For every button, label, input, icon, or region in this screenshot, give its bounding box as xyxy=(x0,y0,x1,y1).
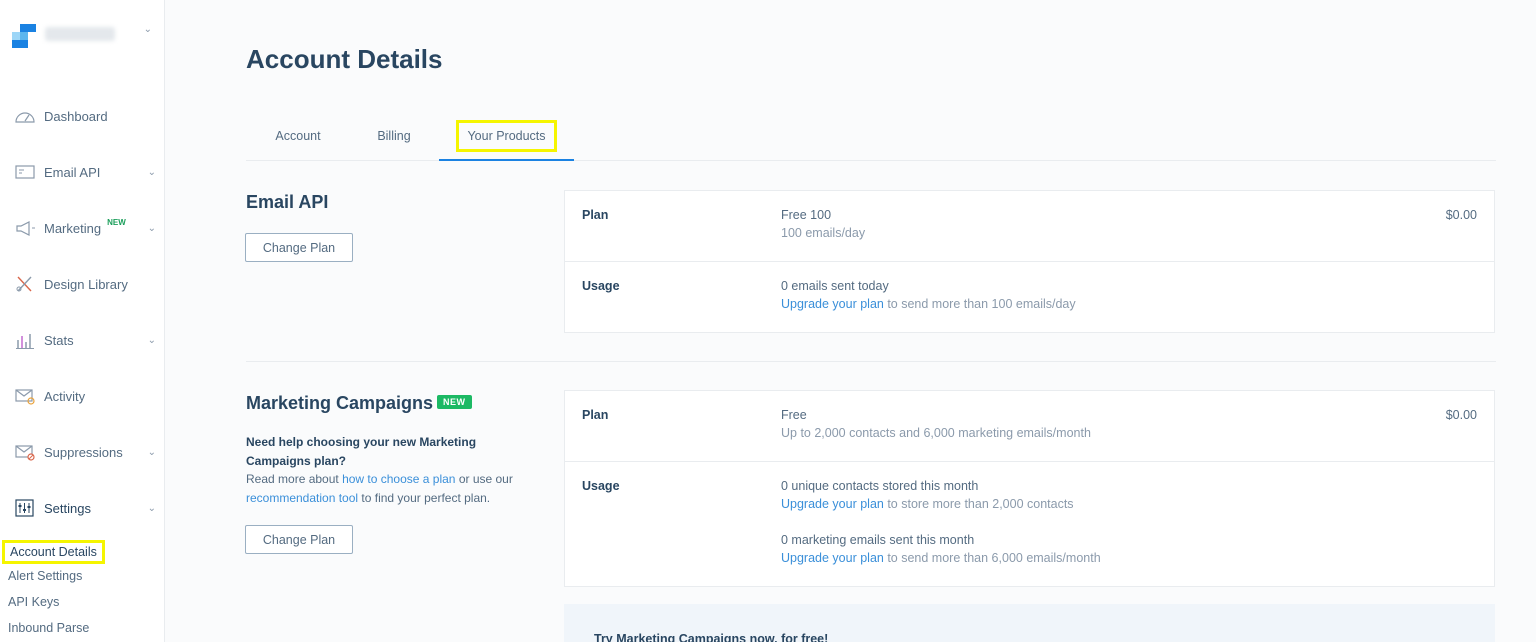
section-divider xyxy=(246,361,1496,362)
usage-text: 0 emails sent today xyxy=(781,279,889,293)
plan-description: 100 emails/day xyxy=(781,226,866,240)
tab-billing[interactable]: Billing xyxy=(350,112,438,160)
recommendation-tool-link[interactable]: recommendation tool xyxy=(246,491,358,505)
plan-name: Free 100 xyxy=(781,208,832,222)
plan-price: $0.00 xyxy=(1445,408,1477,422)
sidebar-item-label: Marketing NEW xyxy=(44,217,126,236)
megaphone-icon xyxy=(16,221,35,236)
plan-label: Plan xyxy=(582,208,609,222)
sidebar-subitem-api-keys[interactable]: API Keys xyxy=(8,595,59,609)
marketing-change-plan-button[interactable]: Change Plan xyxy=(245,525,353,554)
plan-help-text: Need help choosing your new Marketing Ca… xyxy=(246,433,536,507)
marketing-promo-banner: Try Marketing Campaigns now, for free! xyxy=(564,604,1495,642)
sidebar-subitem-inbound-parse[interactable]: Inbound Parse xyxy=(8,621,89,635)
sidebar-item-label: Stats xyxy=(44,332,74,348)
plan-label: Plan xyxy=(582,408,609,422)
upgrade-plan-link[interactable]: Upgrade your plan xyxy=(781,551,884,565)
email-api-title: Email API xyxy=(246,192,329,212)
activity-icon xyxy=(15,389,35,405)
plan-price: $0.00 xyxy=(1445,208,1477,222)
chevron-down-icon[interactable]: ⌄ xyxy=(148,167,156,178)
upgrade-plan-link[interactable]: Upgrade your plan xyxy=(781,297,884,311)
usage-value: 0 emails sent today Upgrade your plan to… xyxy=(781,279,1076,311)
sidebar-item-label: Email API xyxy=(44,164,101,180)
marketing-plan-card: Plan Free Up to 2,000 contacts and 6,000… xyxy=(564,390,1495,587)
plan-row: Plan Free 100 100 emails/day $0.00 xyxy=(565,191,1494,261)
stats-icon xyxy=(16,334,34,349)
usage-emails: 0 marketing emails sent this month Upgra… xyxy=(781,533,1101,565)
marketing-campaigns-title: Marketing Campaigns NEW xyxy=(246,393,472,414)
sidebar-item-marketing[interactable]: Marketing NEW ⌄ xyxy=(0,208,164,248)
email-api-change-plan-button[interactable]: Change Plan xyxy=(245,233,353,262)
sidebar-item-label: Dashboard xyxy=(44,108,108,124)
tab-bar: Account Billing Your Products xyxy=(246,112,1496,161)
main-content: Account Details Account Billing Your Pro… xyxy=(165,0,1536,642)
chevron-down-icon[interactable]: ⌄ xyxy=(144,24,152,35)
sidebar-subitem-account-details[interactable]: Account Details xyxy=(2,540,105,564)
tab-account[interactable]: Account xyxy=(246,112,350,160)
plan-name: Free xyxy=(781,408,807,422)
usage-row: Usage 0 unique contacts stored this mont… xyxy=(565,462,1494,586)
sidebar-subitem-alert-settings[interactable]: Alert Settings xyxy=(8,569,82,583)
email-api-icon xyxy=(15,165,35,179)
usage-row: Usage 0 emails sent today Upgrade your p… xyxy=(565,262,1494,332)
design-library-icon xyxy=(16,276,32,292)
sidebar-item-suppressions[interactable]: Suppressions ⌄ xyxy=(0,432,164,472)
usage-label: Usage xyxy=(582,279,620,293)
chevron-down-icon[interactable]: ⌄ xyxy=(148,335,156,346)
dashboard-icon xyxy=(15,112,35,123)
plan-value: Free 100 100 emails/day xyxy=(781,206,865,242)
new-badge: NEW xyxy=(437,395,472,410)
sendgrid-logo-icon xyxy=(12,24,36,48)
new-badge: NEW xyxy=(107,217,126,227)
how-to-choose-plan-link[interactable]: how to choose a plan xyxy=(342,472,455,486)
chevron-down-icon[interactable]: ⌄ xyxy=(148,223,156,234)
suppressions-icon xyxy=(15,445,35,461)
email-api-plan-card: Plan Free 100 100 emails/day $0.00 Usage… xyxy=(564,190,1495,333)
plan-row: Plan Free Up to 2,000 contacts and 6,000… xyxy=(565,391,1494,461)
sidebar-item-label: Settings xyxy=(44,500,91,516)
sidebar-item-label: Activity xyxy=(44,388,86,404)
chevron-down-icon[interactable]: ⌄ xyxy=(148,447,156,458)
tab-your-products[interactable]: Your Products xyxy=(439,112,574,161)
plan-value: Free Up to 2,000 contacts and 6,000 mark… xyxy=(781,406,1091,442)
sidebar-item-stats[interactable]: Stats ⌄ xyxy=(0,320,164,360)
sidebar-item-label: Design Library xyxy=(44,276,128,292)
sidebar-item-email-api[interactable]: Email API ⌄ xyxy=(0,152,164,192)
sidebar-item-label: Suppressions xyxy=(44,444,123,460)
account-name xyxy=(45,27,115,41)
usage-contacts: 0 unique contacts stored this month Upgr… xyxy=(781,479,1074,511)
sidebar-item-activity[interactable]: Activity xyxy=(0,376,164,416)
help-question: Need help choosing your new Marketing Ca… xyxy=(246,435,477,468)
plan-description: Up to 2,000 contacts and 6,000 marketing… xyxy=(781,426,1091,440)
usage-label: Usage xyxy=(582,479,620,493)
promo-title: Try Marketing Campaigns now, for free! xyxy=(594,632,829,642)
settings-icon xyxy=(15,499,34,517)
account-switcher[interactable]: ⌄ xyxy=(12,24,162,48)
sidebar-item-design-library[interactable]: Design Library xyxy=(0,264,164,304)
tab-label: Your Products xyxy=(456,119,557,152)
upgrade-plan-link[interactable]: Upgrade your plan xyxy=(781,497,884,511)
sidebar-item-dashboard[interactable]: Dashboard xyxy=(0,96,164,136)
sidebar-item-settings[interactable]: Settings ⌄ xyxy=(0,488,164,528)
page-title: Account Details xyxy=(246,44,443,74)
sidebar: ⌄ Dashboard Email API ⌄ Marketing NEW ⌄ D… xyxy=(0,0,165,642)
chevron-down-icon[interactable]: ⌄ xyxy=(148,503,156,514)
